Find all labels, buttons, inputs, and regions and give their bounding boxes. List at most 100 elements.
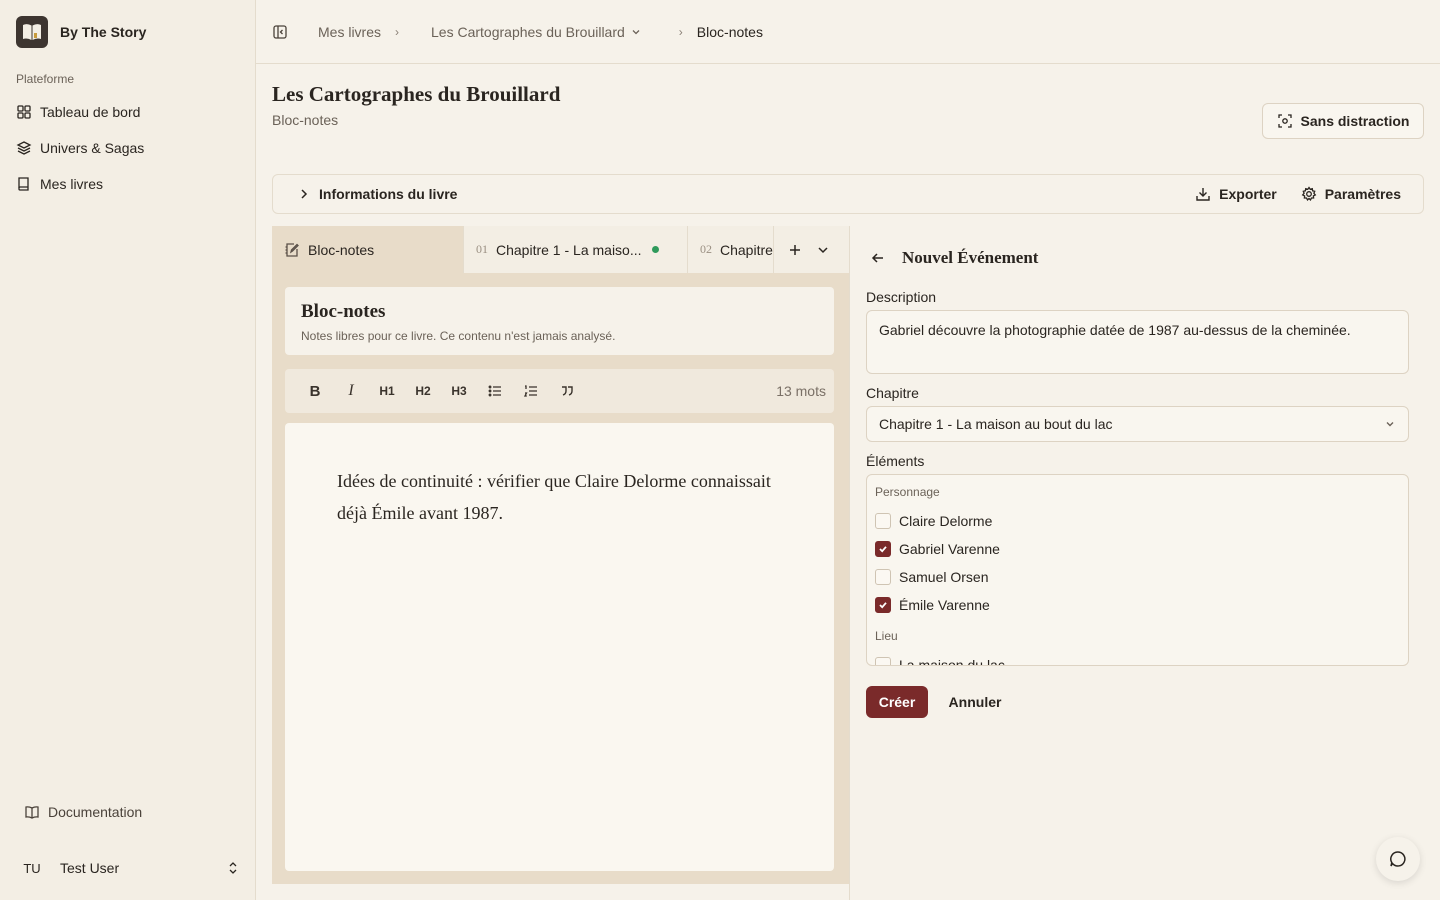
user-menu[interactable]: TU Test User <box>8 848 248 888</box>
user-name: Test User <box>60 860 120 876</box>
focus-icon <box>1277 114 1292 128</box>
notebook-header: Bloc-notes Notes libres pour ce livre. C… <box>285 287 834 355</box>
arrow-left-icon[interactable] <box>870 250 886 266</box>
word-count: 13 mots <box>776 383 826 399</box>
quote-button[interactable] <box>549 376 585 406</box>
element-checkbox-row[interactable]: Samuel Orsen <box>875 563 1400 591</box>
breadcrumb-book[interactable]: Les Cartographes du Brouillard <box>431 24 625 40</box>
group-label: Personnage <box>875 485 940 499</box>
plus-icon[interactable] <box>788 243 802 257</box>
tab-label: Bloc-notes <box>308 241 375 258</box>
element-label: Gabriel Varenne <box>899 541 1000 557</box>
element-label: Émile Varenne <box>899 597 990 613</box>
documentation-link[interactable]: Documentation <box>16 796 150 828</box>
topbar: Mes livres › Les Cartographes du Brouill… <box>256 0 1440 64</box>
elements-label: Éléments <box>866 453 925 469</box>
tab-chapter-1[interactable]: 01 Chapitre 1 - La maiso... <box>464 226 688 273</box>
sidebar-nav: Tableau de bord Univers & Sagas Mes livr… <box>8 94 248 202</box>
sidebar: By The Story Plateforme Tableau de bord … <box>0 0 256 900</box>
download-icon <box>1196 188 1210 201</box>
sidebar-item-dashboard[interactable]: Tableau de bord <box>8 94 248 130</box>
checkbox[interactable] <box>875 513 891 529</box>
book-info-toggle[interactable]: Informations du livre <box>319 186 1171 202</box>
gear-icon <box>1301 186 1317 201</box>
focus-mode-label: Sans distraction <box>1300 113 1410 129</box>
heading-1-button[interactable]: H1 <box>369 376 405 406</box>
breadcrumb-my-books[interactable]: Mes livres <box>318 24 381 40</box>
sidebar-section-label: Plateforme <box>16 72 75 86</box>
cancel-button[interactable]: Annuler <box>940 686 1010 718</box>
numbered-list-button[interactable] <box>513 376 549 406</box>
element-label: La maison du lac <box>899 657 1005 666</box>
brand[interactable]: By The Story <box>16 16 146 48</box>
chevron-down-icon[interactable] <box>631 27 641 37</box>
sidebar-item-label: Mes livres <box>40 176 104 192</box>
element-checkbox-row[interactable]: Gabriel Varenne <box>875 535 1400 563</box>
description-label: Description <box>866 289 937 305</box>
tab-chapter-2[interactable]: 02 Chapitre <box>688 226 774 273</box>
sidebar-item-label: Tableau de bord <box>40 104 141 120</box>
tab-notebook[interactable]: Bloc-notes <box>272 226 464 273</box>
checkbox-checked[interactable] <box>875 597 891 613</box>
element-label: Claire Delorme <box>899 513 993 529</box>
element-checkbox-row[interactable]: Claire Delorme <box>875 507 1400 535</box>
settings-label: Paramètres <box>1324 186 1401 202</box>
bullet-list-icon <box>488 385 501 397</box>
chevron-right-icon: › <box>678 24 683 39</box>
sidebar-toggle-icon[interactable] <box>272 24 288 40</box>
status-dot <box>651 246 659 253</box>
notebook-title: Bloc-notes <box>301 301 386 322</box>
sidebar-item-my-books[interactable]: Mes livres <box>8 166 248 202</box>
description-field[interactable]: Gabriel découvre la photographie datée d… <box>866 310 1409 374</box>
italic-button[interactable]: I <box>333 376 369 406</box>
panel-title: Nouvel Événement <box>902 248 1039 267</box>
chapter-select[interactable]: Chapitre 1 - La maison au bout du lac <box>866 406 1409 442</box>
element-checkbox-row[interactable]: La maison du lac <box>875 651 1400 666</box>
tab-label: Chapitre 1 - La maiso... <box>496 241 642 258</box>
settings-button[interactable]: Paramètres <box>1301 186 1401 202</box>
notebook-pen-icon <box>285 242 299 257</box>
brand-name: By The Story <box>60 24 147 40</box>
export-label: Exporter <box>1219 186 1277 202</box>
chevron-right-icon: › <box>395 24 400 39</box>
check-icon <box>879 546 887 553</box>
export-button[interactable]: Exporter <box>1195 186 1277 202</box>
chapter-select-value: Chapitre 1 - La maison au bout du lac <box>879 416 1113 432</box>
tab-number: 02 <box>700 242 712 256</box>
chevron-down-icon <box>1386 422 1394 427</box>
focus-mode-button[interactable]: Sans distraction <box>1262 103 1424 139</box>
tab-label: Chapitre <box>720 241 773 258</box>
chat-button[interactable] <box>1376 837 1420 881</box>
heading-2-button[interactable]: H2 <box>405 376 441 406</box>
grid-icon <box>17 105 31 119</box>
tab-bar: Bloc-notes 01 Chapitre 1 - La maiso... 0… <box>272 226 849 273</box>
sidebar-item-label: Univers & Sagas <box>40 140 145 156</box>
chat-bubble-icon <box>1390 851 1406 867</box>
new-event-panel: Nouvel Événement Description Gabriel déc… <box>849 226 1440 900</box>
elements-list[interactable]: Personnage Claire Delorme Gabriel Varenn… <box>866 474 1409 666</box>
chevron-down-icon[interactable] <box>816 243 830 257</box>
chapter-label: Chapitre <box>866 385 919 401</box>
element-checkbox-row[interactable]: Émile Varenne <box>875 591 1400 619</box>
notebook-editor[interactable]: Idées de continuité : vérifier que Clair… <box>285 423 834 871</box>
bold-button[interactable]: B <box>297 376 333 406</box>
chevron-right-icon[interactable] <box>297 187 311 201</box>
book-info-bar: Informations du livre Exporter Paramètre… <box>272 174 1424 214</box>
layers-icon <box>16 141 32 155</box>
format-toolbar: B I H1 H2 H3 13 mots <box>285 369 834 413</box>
tab-number: 01 <box>476 242 488 256</box>
sidebar-item-universes[interactable]: Univers & Sagas <box>8 130 248 166</box>
checkbox[interactable] <box>875 657 891 665</box>
create-button[interactable]: Créer <box>866 686 928 718</box>
checkbox-checked[interactable] <box>875 541 891 557</box>
open-book-icon <box>25 806 39 819</box>
documentation-label: Documentation <box>48 804 143 820</box>
heading-3-button[interactable]: H3 <box>441 376 477 406</box>
bullet-list-button[interactable] <box>477 376 513 406</box>
checkbox[interactable] <box>875 569 891 585</box>
notebook-subtitle: Notes libres pour ce livre. Ce contenu n… <box>301 329 616 343</box>
page-subtitle: Bloc-notes <box>272 112 339 128</box>
chevrons-up-down-icon <box>229 862 237 874</box>
check-icon <box>879 602 887 609</box>
numbered-list-icon <box>523 385 537 397</box>
